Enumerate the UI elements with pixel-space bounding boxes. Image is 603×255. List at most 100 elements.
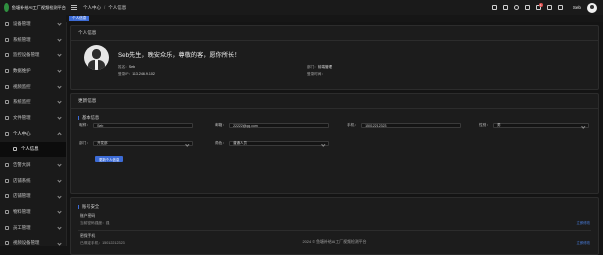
avatar[interactable] (587, 2, 597, 13)
username[interactable]: Seb (573, 5, 581, 10)
sidebar-item-alarm-screen[interactable]: 告警大屏 (0, 157, 66, 173)
profile-dept: 部门：前端管理 (307, 65, 332, 70)
phone-value: 15012212323 (365, 123, 387, 128)
gender-row: 性别： 男 (479, 123, 590, 129)
email-field[interactable]: 22222@qq.com (229, 123, 330, 128)
sidebar-item-label: 告警大屏 (13, 162, 31, 168)
email-value: 22222@qq.com (233, 123, 258, 128)
alarm-icon (5, 163, 9, 168)
password-item: 账户密码 当前密码强度：强 (80, 214, 110, 226)
chevron-down-icon (57, 115, 62, 120)
menu-collapse-icon[interactable] (71, 5, 77, 10)
profile-avatar[interactable] (84, 45, 109, 70)
chevron-down-icon (57, 68, 62, 73)
sidebar-item-label: 数据维护 (13, 67, 31, 73)
gear-icon (5, 37, 9, 42)
search-icon[interactable] (513, 5, 519, 10)
sidebar-item-data[interactable]: 数据维护 (0, 63, 66, 79)
profile-name-value: Seb (128, 65, 136, 69)
chevron-down-icon (57, 193, 62, 199)
lock-icon[interactable] (557, 5, 563, 10)
password-title: 账户密码 (80, 214, 96, 218)
main-content: 个人信息 Seb先生，晚安众乐，尊敬的客，愿你所长！ 姓名：Seb 登录IP：1… (66, 22, 603, 255)
section-marker (78, 116, 79, 120)
nickname-field[interactable]: Seb (93, 123, 194, 128)
email-label: 邮箱： (215, 123, 227, 127)
phone-field[interactable]: 15012212323 (361, 123, 462, 128)
role-select[interactable]: 普通人员 (229, 141, 330, 147)
sidebar-item-shop-system[interactable]: 店铺系统 (0, 173, 66, 189)
toolbar: 1 Seb (491, 0, 597, 15)
translate-icon[interactable] (502, 5, 508, 10)
chevron-down-icon (321, 142, 326, 147)
sidebar-item-label: 个人中心 (13, 130, 31, 136)
settings-icon[interactable] (546, 5, 552, 10)
chart-icon (5, 100, 9, 105)
sidebar-item-staff[interactable]: 员工管理 (0, 220, 66, 236)
chevron-down-icon (57, 225, 62, 230)
sidebar-item-personal-info[interactable]: 个人信息 (0, 141, 66, 158)
tabs-bar: 个人信息 (66, 15, 603, 22)
shop-icon (5, 178, 9, 183)
video-icon (5, 84, 9, 89)
fullscreen-icon[interactable] (491, 5, 497, 10)
sidebar-item-label: 文件管理 (13, 114, 31, 120)
breadcrumb: 个人中心 / 个人信息 (83, 5, 126, 11)
sidebar: 鱼塘补给AI工厂视频检测平台 设备管理 系统管理 监控设备管理 数据维护 视频监… (0, 0, 67, 246)
sidebar-item-personal-center[interactable]: 个人中心 (0, 126, 66, 142)
sidebar-item-monitor-device[interactable]: 监控设备管理 (0, 47, 66, 63)
sidebar-item-sysmonitor[interactable]: 系统监控 (0, 94, 66, 110)
dept-value: 开发部 (97, 141, 108, 145)
chevron-down-icon (185, 142, 190, 147)
profile-card: 个人信息 Seb先生，晚安众乐，尊敬的客，愿你所长！ 姓名：Seb 登录IP：1… (70, 25, 599, 90)
notification-icon[interactable]: 1 (535, 3, 543, 10)
phone-row: 手机： 15012212323 (347, 123, 462, 128)
sidebar-item-label: 个人信息 (21, 146, 39, 152)
logo-icon (4, 3, 9, 12)
chevron-down-icon (57, 162, 62, 167)
avatar-shirt (95, 60, 98, 70)
role-value: 普通人员 (233, 141, 248, 145)
chevron-down-icon (57, 84, 62, 89)
profile-card-title: 个人信息 (71, 26, 598, 41)
gender-value: 男 (497, 123, 501, 127)
sidebar-item-label: 员工管理 (13, 224, 31, 230)
dept-select[interactable]: 开发部 (93, 141, 194, 147)
gender-label: 性别： (479, 123, 491, 127)
people-icon (5, 225, 9, 230)
app-logo[interactable]: 鱼塘补给AI工厂视频检测平台 (0, 0, 66, 15)
profile-login-time: 登录时间： (307, 72, 325, 76)
sidebar-item-label: 店铺管理 (13, 193, 31, 199)
chevron-down-icon (57, 99, 62, 105)
update-info-button[interactable]: 更新个人信息 (95, 156, 124, 162)
profile-ip-label: 登录IP： (118, 72, 133, 76)
breadcrumb-separator: / (104, 5, 106, 10)
dept-label: 部门： (79, 141, 91, 145)
sidebar-item-video-device[interactable]: 视频设备管理 (0, 236, 66, 252)
avatar-head (92, 49, 101, 59)
nickname-value: Seb (97, 123, 104, 128)
chevron-down-icon (57, 37, 62, 42)
sidebar-item-device[interactable]: 设备管理 (0, 16, 66, 32)
theme-icon[interactable] (524, 5, 530, 10)
store-icon (5, 194, 9, 199)
greeting-text: Seb先生，晚安众乐，尊敬的客，愿你所长！ (118, 52, 241, 59)
sidebar-item-label: 店铺系统 (13, 177, 31, 183)
notification-badge: 1 (538, 3, 543, 7)
monitor-icon (5, 53, 9, 58)
modify-password-link[interactable]: 立即修改 (576, 220, 590, 225)
tab-personal-info[interactable]: 个人信息 (69, 16, 90, 21)
sidebar-item-label: 系统监控 (13, 99, 31, 105)
sidebar-item-materials[interactable]: 物料管理 (0, 204, 66, 220)
sidebar-item-shop-manage[interactable]: 店铺管理 (0, 189, 66, 205)
sidebar-item-video[interactable]: 视频监控 (0, 79, 66, 95)
sidebar-item-files[interactable]: 文件管理 (0, 110, 66, 126)
profile-name: 姓名：Seb (118, 65, 135, 70)
breadcrumb-home[interactable]: 个人中心 (83, 5, 101, 11)
sidebar-item-system[interactable]: 系统管理 (0, 32, 66, 48)
profile-dept-value: 前端管理 (317, 65, 333, 69)
profile-dept-label: 部门： (307, 65, 318, 69)
gender-select[interactable]: 男 (493, 123, 590, 129)
profile-name-label: 姓名： (118, 65, 129, 69)
role-row: 角色： 普通人员 (215, 141, 330, 147)
